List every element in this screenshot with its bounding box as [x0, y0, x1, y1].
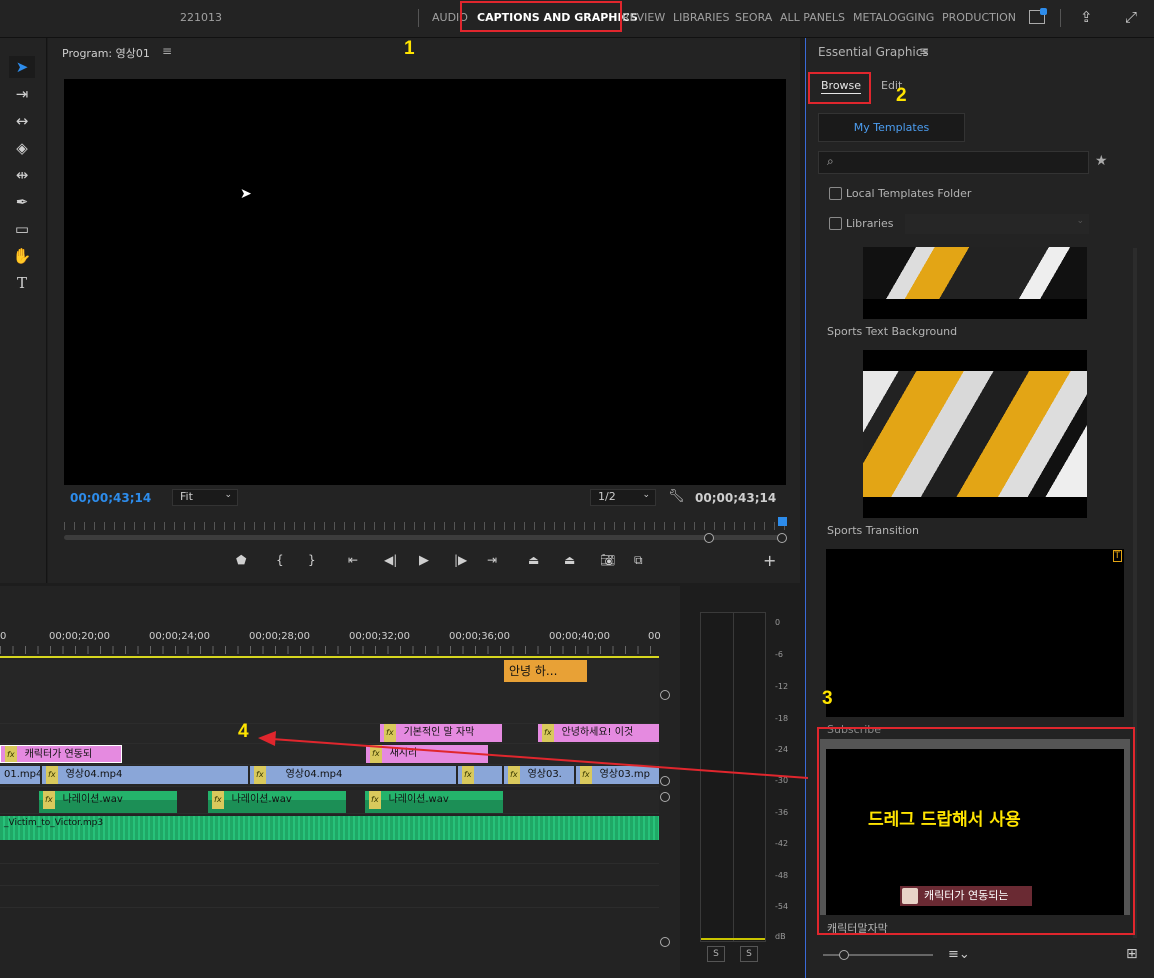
annotation-arrow — [258, 731, 809, 779]
